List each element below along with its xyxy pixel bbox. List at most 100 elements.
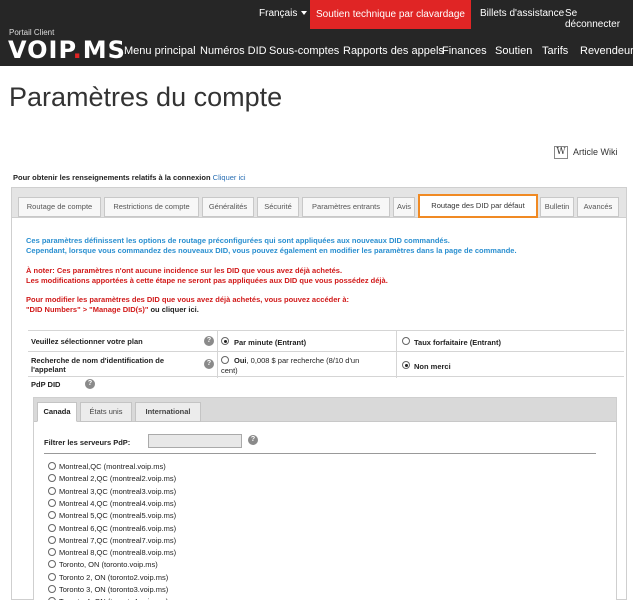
note-text-1: À noter: Ces paramètres n'ont aucune inc… — [26, 266, 343, 275]
manage-did-link[interactable]: ou cliquer ici. — [148, 305, 198, 314]
tab-parametres-entrants[interactable]: Paramètres entrants — [302, 197, 390, 217]
server-radio[interactable] — [48, 548, 56, 557]
cnam-yes-bold: Oui — [234, 356, 247, 365]
nav-soutien[interactable]: Soutien — [495, 45, 532, 57]
server-option[interactable]: Toronto 4, ON (toronto4.voip.ms) — [48, 596, 168, 600]
tab-avis[interactable]: Avis — [393, 197, 415, 217]
cnam-yes-label-line2: cent) — [221, 366, 238, 375]
column-divider — [396, 331, 397, 352]
server-option[interactable]: Toronto 2, ON (toronto2.voip.ms) — [48, 572, 168, 582]
server-option[interactable]: Montreal 2,QC (montreal2.voip.ms) — [48, 473, 176, 483]
server-label: Montreal 5,QC (montreal5.voip.ms) — [59, 511, 177, 521]
nav-rapports-appels[interactable]: Rapports des appels — [343, 45, 444, 57]
server-radio[interactable] — [48, 585, 56, 593]
help-icon[interactable]: ? — [248, 435, 258, 445]
server-label: Montreal 2,QC (montreal2.voip.ms) — [59, 474, 177, 484]
nav-numeros-did[interactable]: Numéros DID — [200, 45, 267, 57]
server-radio[interactable] — [48, 486, 56, 495]
tickets-link[interactable]: Billets d'assistance — [480, 8, 564, 19]
tab-generalites[interactable]: Généralités — [202, 197, 254, 217]
logout-link[interactable]: Se déconnecter — [565, 8, 633, 30]
plan-flat-rate-label: Taux forfaitaire (Entrant) — [414, 338, 501, 347]
server-option[interactable]: Toronto 3, ON (toronto3.voip.ms) — [48, 584, 168, 594]
help-icon[interactable]: ? — [204, 336, 214, 346]
server-option[interactable]: Montreal,QC (montreal.voip.ms) — [48, 461, 166, 471]
nav-menu-principal[interactable]: Menu principal — [124, 45, 196, 57]
manage-did-path: "DID Numbers" > "Manage DID(s)" — [26, 305, 149, 314]
settings-panel: Routage de compte Restrictions de compte… — [11, 187, 627, 600]
plan-per-minute-radio[interactable] — [221, 337, 229, 345]
tab-international[interactable]: International — [135, 402, 201, 422]
nav-revendeur[interactable]: Revendeur — [580, 45, 633, 57]
chevron-down-icon — [301, 11, 308, 16]
info-text-1: Ces paramètres définissent les options d… — [26, 236, 450, 245]
settings-tabs: Routage de compte Restrictions de compte… — [12, 188, 626, 218]
server-label: Toronto 3, ON (toronto3.voip.ms) — [59, 585, 169, 594]
wikipedia-icon: W — [554, 146, 568, 159]
server-radio[interactable] — [48, 572, 56, 581]
server-option[interactable]: Montreal 3,QC (montreal3.voip.ms) — [48, 486, 176, 496]
server-option[interactable]: Toronto, ON (toronto.voip.ms) — [48, 559, 158, 569]
server-radio[interactable] — [48, 523, 56, 532]
server-radio[interactable] — [48, 535, 56, 544]
page-title: Paramètres du compte — [9, 82, 283, 112]
support-chat-button[interactable]: Soutien technique par clavardage — [310, 0, 471, 29]
server-radio[interactable] — [48, 560, 56, 569]
cnam-yes-radio[interactable] — [221, 356, 229, 364]
server-label: Montreal,QC (montreal.voip.ms) — [59, 462, 166, 471]
nav-finances[interactable]: Finances — [442, 45, 487, 57]
server-option[interactable]: Montreal 7,QC (montreal7.voip.ms) — [48, 535, 176, 545]
filter-label: Filtrer les serveurs PdP: — [44, 438, 131, 447]
server-label: Montreal 7,QC (montreal7.voip.ms) — [59, 535, 177, 545]
tab-bulletin[interactable]: Bulletin — [540, 197, 574, 217]
cnam-yes-label: Oui, 0,008 $ par recherche (8/10 d'un — [234, 356, 359, 365]
login-info-link[interactable]: Cliquer ici — [213, 173, 246, 182]
logo-dot: . — [72, 36, 83, 64]
plan-label: Veuillez sélectionner votre plan — [31, 337, 143, 346]
server-label: Montreal 4,QC (montreal4.voip.ms) — [59, 498, 177, 508]
note-text-3: Pour modifier les paramètres des DID que… — [26, 295, 350, 304]
server-filter-input[interactable] — [148, 434, 242, 448]
login-info-text: Pour obtenir les renseignements relatifs… — [13, 173, 211, 182]
plan-row: Veuillez sélectionner votre plan ? Par m… — [28, 330, 624, 352]
server-radio[interactable] — [48, 498, 56, 507]
note-text-2: Les modifications apportées à cette étap… — [26, 276, 388, 285]
pop-label: PdP DID — [31, 380, 61, 389]
cnam-no-radio[interactable] — [402, 361, 410, 369]
note-text-4: "DID Numbers" > "Manage DID(s)" ou cliqu… — [26, 305, 199, 315]
wiki-article-link[interactable]: W Article Wiki — [554, 146, 618, 159]
server-radio[interactable] — [48, 462, 56, 470]
server-option[interactable]: Montreal 5,QC (montreal5.voip.ms) — [48, 510, 176, 520]
tab-routage-compte[interactable]: Routage de compte — [18, 197, 101, 217]
plan-flat-rate-radio[interactable] — [402, 337, 410, 345]
utility-bar: Français Soutien technique par clavardag… — [0, 0, 633, 30]
server-label: Toronto 2, ON (toronto2.voip.ms) — [59, 572, 169, 582]
voipms-logo[interactable]: VOIP.MS — [8, 36, 126, 64]
server-label: Montreal 3,QC (montreal3.voip.ms) — [59, 486, 177, 496]
column-divider — [217, 352, 218, 378]
wiki-article-label: Article Wiki — [573, 146, 618, 157]
language-selector[interactable]: Français — [259, 8, 308, 19]
tab-securite[interactable]: Sécurité — [257, 197, 299, 217]
tab-restrictions-compte[interactable]: Restrictions de compte — [104, 197, 199, 217]
tab-routage-did-defaut[interactable]: Routage des DID par défaut — [418, 194, 538, 218]
server-option[interactable]: Montreal 8,QC (montreal8.voip.ms) — [48, 547, 176, 557]
tab-canada[interactable]: Canada — [37, 402, 77, 422]
logo-text-main: VOIP — [8, 36, 73, 64]
column-divider — [396, 352, 397, 378]
help-icon[interactable]: ? — [85, 379, 95, 389]
server-radio[interactable] — [48, 511, 56, 520]
tab-avances[interactable]: Avancés — [577, 197, 619, 217]
login-info: Pour obtenir les renseignements relatifs… — [13, 173, 246, 182]
nav-sous-comptes[interactable]: Sous-comptes — [269, 45, 339, 57]
help-icon[interactable]: ? — [204, 359, 214, 369]
language-label: Français — [259, 8, 298, 19]
server-option[interactable]: Montreal 4,QC (montreal4.voip.ms) — [48, 498, 176, 508]
server-label: Montreal 8,QC (montreal8.voip.ms) — [59, 548, 177, 558]
nav-tarifs[interactable]: Tarifs — [542, 45, 568, 57]
server-radio[interactable] — [48, 474, 56, 483]
tab-etats-unis[interactable]: États unis — [80, 402, 132, 422]
pop-server-panel: Canada États unis International Filtrer … — [33, 397, 617, 600]
server-option[interactable]: Montreal 6,QC (montreal6.voip.ms) — [48, 523, 176, 533]
cnam-label-line1: Recherche de nom d'identification de — [31, 356, 165, 365]
